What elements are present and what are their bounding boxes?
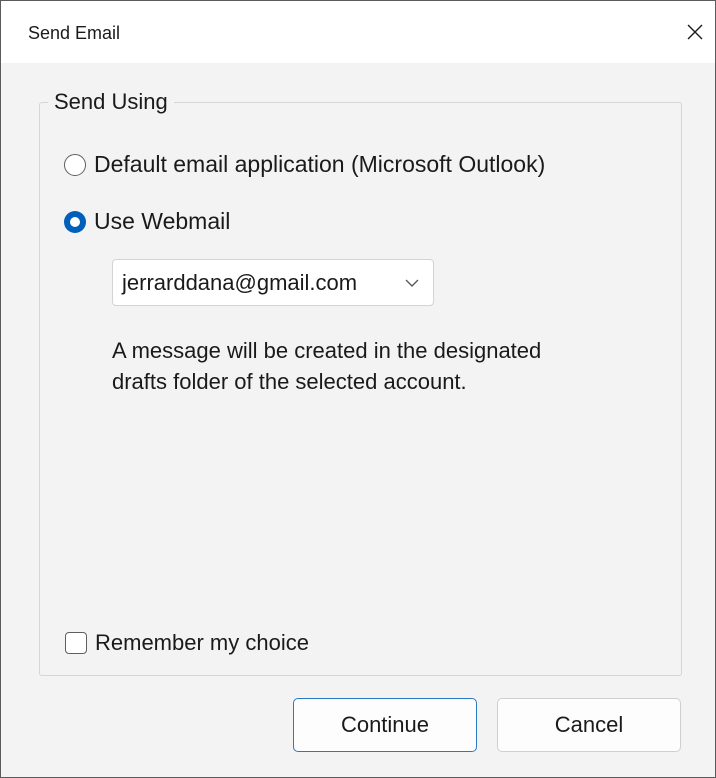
selected-account: jerrarddana@gmail.com	[122, 269, 358, 295]
radio-label-webmail: Use Webmail	[94, 208, 231, 234]
remember-choice-checkbox[interactable]: Remember my choice	[65, 630, 309, 656]
send-email-dialog: Send Email Send Using Default email appl…	[0, 0, 716, 778]
send-using-legend: Send Using	[48, 89, 174, 115]
radio-use-webmail[interactable]: Use Webmail	[64, 208, 230, 235]
checkbox-box[interactable]	[65, 632, 87, 654]
cancel-button[interactable]: Cancel	[497, 698, 681, 752]
title-bar: Send Email	[1, 1, 715, 63]
remember-choice-label: Remember my choice	[95, 630, 309, 655]
webmail-account-dropdown[interactable]: jerrarddana@gmail.com	[112, 259, 434, 306]
radio-default-email-app[interactable]: Default email application (Microsoft Out…	[64, 151, 545, 178]
chevron-down-icon	[405, 279, 419, 287]
continue-button[interactable]: Continue	[293, 698, 477, 752]
radio-button-checked[interactable]	[64, 210, 86, 233]
radio-label-default-app: Default email application (Microsoft Out…	[94, 151, 546, 177]
close-button[interactable]	[679, 15, 711, 49]
radio-button-unchecked[interactable]	[64, 153, 86, 176]
close-icon	[687, 24, 703, 40]
dialog-title: Send Email	[28, 23, 121, 43]
drafts-info-text: A message will be created in the designa…	[112, 338, 542, 394]
